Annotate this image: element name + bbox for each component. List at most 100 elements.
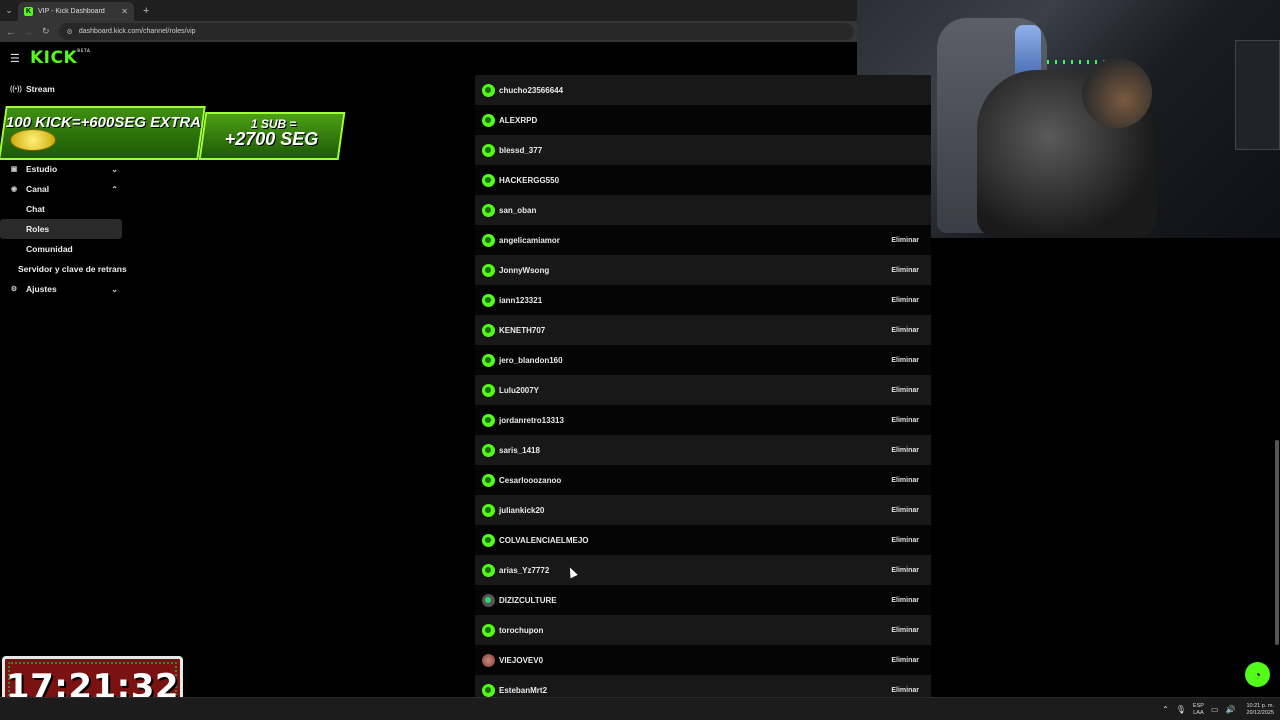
remove-vip-button[interactable]: Eliminar <box>891 477 919 484</box>
tab-title: VIP - Kick Dashboard <box>38 8 105 15</box>
avatar <box>482 353 495 367</box>
vip-username[interactable]: JonnyWsong <box>499 266 549 275</box>
chevron-down-icon: ⌄ <box>111 284 118 294</box>
remove-vip-button[interactable]: Eliminar <box>891 507 919 514</box>
vip-username[interactable]: blessd_377 <box>499 146 542 155</box>
vip-row: juliankick20 Eliminar <box>475 495 931 525</box>
remove-vip-button[interactable]: Eliminar <box>891 417 919 424</box>
remove-vip-button[interactable]: Eliminar <box>891 567 919 574</box>
reload-icon[interactable]: ↻ <box>42 26 50 37</box>
avatar <box>482 563 495 577</box>
vip-row: chucho23566644 <box>475 75 931 105</box>
vip-username[interactable]: san_oban <box>499 206 536 215</box>
vip-row: blessd_377 <box>475 135 931 165</box>
hamburger-menu-icon[interactable]: ☰ <box>10 52 20 65</box>
url-input[interactable]: ⚙ dashboard.kick.com/channel/roles/vip <box>58 23 854 40</box>
vip-list: chucho23566644 ALEXRPD blessd_377 HACKERGG5… <box>475 75 931 705</box>
remove-vip-button[interactable]: Eliminar <box>891 447 919 454</box>
back-arrow-icon[interactable]: ← <box>6 27 15 37</box>
microphone-icon[interactable]: 🎙 <box>1176 705 1186 714</box>
sidebar-item-comunidad[interactable]: Comunidad <box>0 239 130 259</box>
remove-vip-button[interactable]: Eliminar <box>891 297 919 304</box>
vip-username[interactable]: KENETH707 <box>499 326 545 335</box>
vip-username[interactable]: ALEXRPD <box>499 116 537 125</box>
remove-vip-button[interactable]: Eliminar <box>891 597 919 604</box>
logo-text: KICK <box>30 48 78 68</box>
sidebar-item-roles[interactable]: Roles <box>0 219 122 239</box>
system-tray: ⌃ 🎙 ESP LAA ▭ 🔊 10:21 p. m. 20/12/2025 <box>1162 698 1274 720</box>
vip-username[interactable]: jordanretro13313 <box>499 416 564 425</box>
vip-row: COLVALENCIAELMEJO Eliminar <box>475 525 931 555</box>
remove-vip-button[interactable]: Eliminar <box>891 267 919 274</box>
avatar <box>482 293 495 307</box>
vip-username[interactable]: HACKERGG550 <box>499 176 559 185</box>
help-chat-button[interactable]: ◔ <box>1245 662 1270 687</box>
browser-tab[interactable]: K VIP - Kick Dashboard ✕ <box>18 2 134 21</box>
remove-vip-button[interactable]: Eliminar <box>891 687 919 694</box>
sidebar-item-canal[interactable]: ◉ Canal ⌃ <box>0 179 130 199</box>
avatar <box>482 533 495 547</box>
taskbar: ⌃ 🎙 ESP LAA ▭ 🔊 10:21 p. m. 20/12/2025 <box>0 697 1280 720</box>
language-indicator[interactable]: ESP LAA <box>1193 703 1204 717</box>
sidebar-item-label: Estudio <box>26 164 58 174</box>
url-text: dashboard.kick.com/channel/roles/vip <box>78 28 196 35</box>
remove-vip-button[interactable]: Eliminar <box>891 327 919 334</box>
studio-icon: ▣ <box>10 166 18 173</box>
volume-icon[interactable]: 🔊 <box>1226 705 1236 714</box>
scrollbar[interactable] <box>1275 440 1279 645</box>
forward-arrow-icon[interactable]: → <box>24 27 33 37</box>
sidebar-item-label: Servidor y clave de retrans <box>18 264 127 274</box>
vip-username[interactable]: iann123321 <box>499 296 542 305</box>
clock-tray[interactable]: 10:21 p. m. 20/12/2025 <box>1246 703 1274 717</box>
remove-vip-button[interactable]: Eliminar <box>891 387 919 394</box>
chevron-up-icon[interactable]: ⌃ <box>1162 705 1169 714</box>
vip-row: iann123321 Eliminar <box>475 285 931 315</box>
channel-icon: ◉ <box>10 186 18 193</box>
remove-vip-button[interactable]: Eliminar <box>891 627 919 634</box>
remove-vip-button[interactable]: Eliminar <box>891 237 919 244</box>
remove-vip-button[interactable]: Eliminar <box>891 537 919 544</box>
chevron-down-icon: ⌄ <box>111 164 118 174</box>
avatar <box>482 413 495 427</box>
new-tab-plus-icon[interactable]: + <box>143 5 149 17</box>
vip-username[interactable]: EstebanMrt2 <box>499 686 547 695</box>
coin-icon <box>10 129 56 151</box>
kick-logo[interactable]: KICKBETA <box>30 48 90 68</box>
vip-username[interactable]: chucho23566644 <box>499 86 563 95</box>
vip-row: angelicamiamor Eliminar <box>475 225 931 255</box>
vip-username[interactable]: COLVALENCIAELMEJO <box>499 536 588 545</box>
avatar <box>482 473 495 487</box>
vip-username[interactable]: arias_Yz7772 <box>499 566 549 575</box>
avatar <box>482 143 495 157</box>
sidebar-item-chat[interactable]: Chat <box>0 199 130 219</box>
vip-username[interactable]: Lulu2007Y <box>499 386 539 395</box>
sidebar-item-ajustes[interactable]: ⚙ Ajustes ⌄ <box>0 279 130 299</box>
vip-username[interactable]: Cesarlooozanoo <box>499 476 561 485</box>
vip-row: torochupon Eliminar <box>475 615 931 645</box>
vip-username[interactable]: DIZIZCULTURE <box>499 596 557 605</box>
avatar <box>482 233 495 247</box>
gear-icon: ⚙ <box>10 286 18 293</box>
close-icon[interactable]: ✕ <box>121 7 128 16</box>
vip-username[interactable]: jero_blandon160 <box>499 356 563 365</box>
sidebar-item-servidor[interactable]: Servidor y clave de retrans <box>0 259 130 279</box>
avatar <box>482 173 495 187</box>
tab-search-icon[interactable]: ⌄ <box>0 0 18 21</box>
vip-row: saris_1418 Eliminar <box>475 435 931 465</box>
chat-bubble-icon: ◔ <box>1253 667 1262 682</box>
vip-username[interactable]: juliankick20 <box>499 506 544 515</box>
site-info-icon[interactable]: ⚙ <box>67 28 73 36</box>
vip-username[interactable]: torochupon <box>499 626 543 635</box>
vip-row: arias_Yz7772 Eliminar <box>475 555 931 585</box>
avatar <box>482 203 495 217</box>
vip-username[interactable]: angelicamiamor <box>499 236 560 245</box>
avatar <box>482 683 495 697</box>
sidebar-item-stream[interactable]: ((•)) Stream <box>0 79 130 99</box>
vip-username[interactable]: VIEJOVEV0 <box>499 656 543 665</box>
remove-vip-button[interactable]: Eliminar <box>891 357 919 364</box>
network-icon[interactable]: ▭ <box>1211 705 1219 714</box>
remove-vip-button[interactable]: Eliminar <box>891 657 919 664</box>
vip-username[interactable]: saris_1418 <box>499 446 540 455</box>
vip-row: san_oban <box>475 195 931 225</box>
tray-date: 20/12/2025 <box>1246 709 1274 716</box>
